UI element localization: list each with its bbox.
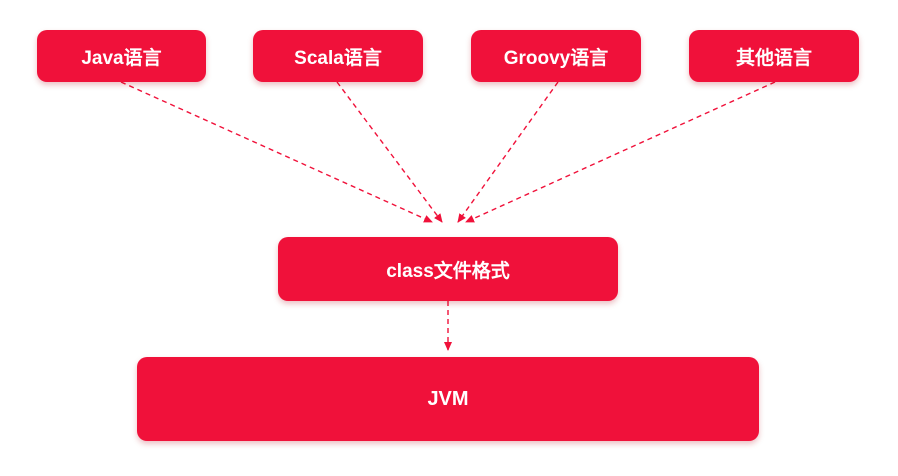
java-language-label: Java语言	[81, 47, 162, 69]
scala-language-box: Scala语言	[253, 30, 423, 82]
groovy-language-label: Groovy语言	[503, 47, 609, 69]
class-file-format-label: class文件格式	[386, 260, 510, 282]
class-file-format-box: class文件格式	[278, 237, 618, 301]
scala-language-label: Scala语言	[294, 47, 382, 69]
arrow-scala-to-class	[336, 81, 443, 223]
arrow-groovy-to-class	[457, 81, 559, 223]
other-language-box: 其他语言	[689, 30, 859, 82]
jvm-label: JVM	[427, 387, 469, 410]
diagram-canvas: Java语言 Scala语言 Groovy语言 其他语言 class文件格式 J…	[0, 0, 898, 476]
other-language-label: 其他语言	[735, 47, 812, 69]
java-language-box: Java语言	[37, 30, 206, 82]
arrow-java-to-class	[120, 81, 433, 223]
groovy-language-box: Groovy语言	[471, 30, 641, 82]
jvm-box: JVM	[137, 357, 759, 441]
arrow-other-to-class	[465, 81, 776, 223]
